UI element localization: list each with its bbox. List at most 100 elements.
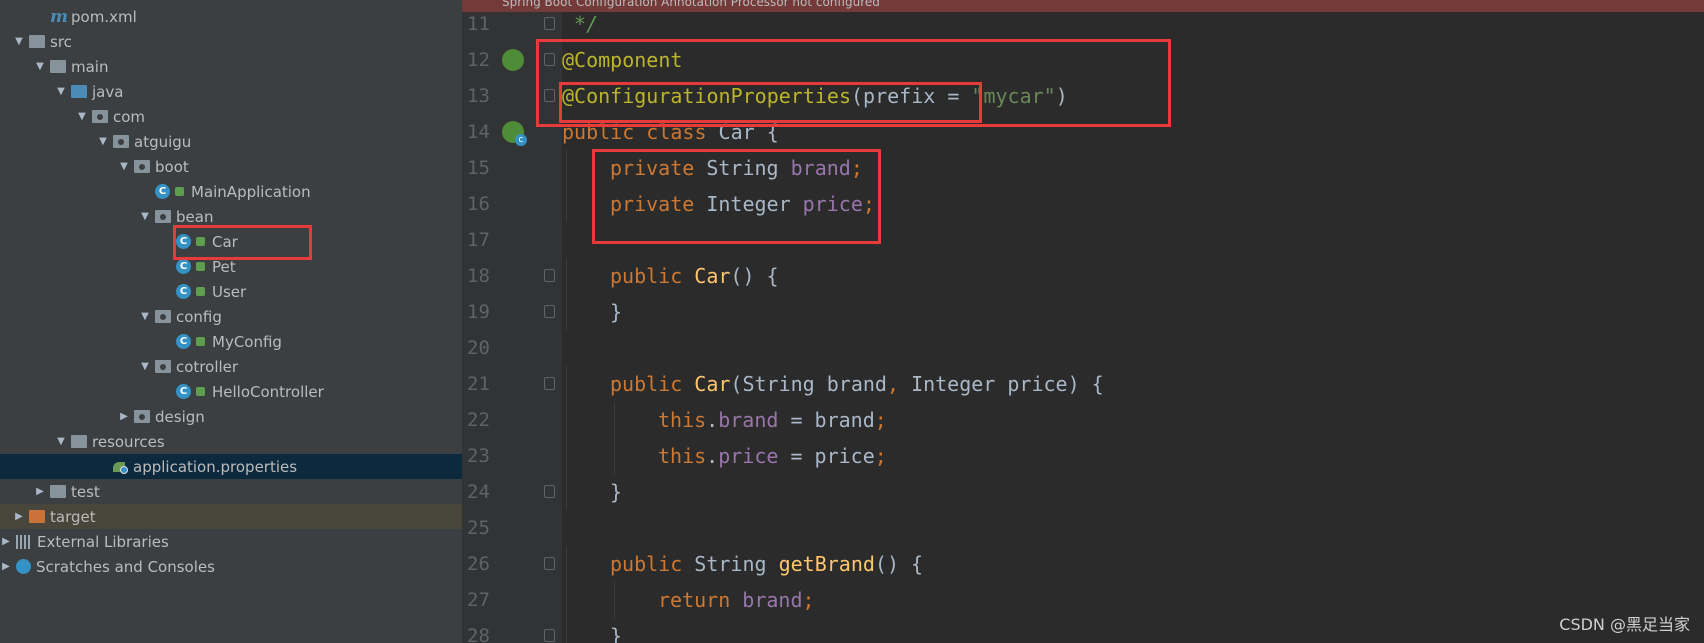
indent-guide <box>614 438 615 474</box>
code-line[interactable]: 11 */ <box>462 6 1704 42</box>
code-token: */ <box>562 12 599 36</box>
code-token: . <box>706 444 719 468</box>
line-number: 15 <box>467 157 490 179</box>
code-text: return brand; <box>658 582 815 618</box>
tree-item-label: config <box>176 307 222 326</box>
expanded-arrow-icon[interactable]: ▼ <box>139 211 151 222</box>
access-lock-icon <box>196 337 205 346</box>
expanded-arrow-icon[interactable]: ▼ <box>139 311 151 322</box>
tree-item-label: application.properties <box>133 457 298 476</box>
code-token: Integer price) { <box>911 372 1104 396</box>
tree-item-com[interactable]: ▼ com <box>0 104 462 129</box>
expanded-arrow-icon[interactable]: ▼ <box>55 86 67 97</box>
collapsed-arrow-icon[interactable]: ▶ <box>34 486 46 497</box>
code-line[interactable]: 25 <box>462 510 1704 546</box>
expanded-arrow-icon[interactable]: ▼ <box>13 36 25 47</box>
tree-item-mainapplication[interactable]: ▶CMainApplication <box>0 179 462 204</box>
tree-item-application-properties[interactable]: ▶application.properties <box>0 454 462 479</box>
collapsed-arrow-icon[interactable]: ▶ <box>0 561 12 572</box>
expanded-arrow-icon[interactable]: ▼ <box>55 436 67 447</box>
tree-item-myconfig[interactable]: ▶CMyConfig <box>0 329 462 354</box>
line-number: 11 <box>467 13 490 35</box>
code-token: = brand <box>778 408 875 432</box>
code-line[interactable]: 20 <box>462 330 1704 366</box>
fold-marker-icon[interactable] <box>544 269 555 282</box>
tree-item-config[interactable]: ▼ config <box>0 304 462 329</box>
tree-item-label: MyConfig <box>212 332 282 351</box>
code-token: } <box>610 480 623 504</box>
indent-guide <box>566 294 567 330</box>
tree-item-design[interactable]: ▶ design <box>0 404 462 429</box>
indent-guide <box>566 582 567 618</box>
folder-icon <box>50 485 66 498</box>
fold-marker-icon[interactable] <box>544 305 555 318</box>
tree-item-test[interactable]: ▶ test <box>0 479 462 504</box>
tree-item-target[interactable]: ▶ target <box>0 504 462 529</box>
libraries-icon <box>16 534 32 549</box>
line-number: 22 <box>467 409 490 431</box>
code-line[interactable]: 27 return brand; <box>462 582 1704 618</box>
fold-marker-icon[interactable] <box>544 377 555 390</box>
expanded-arrow-icon[interactable]: ▼ <box>139 361 151 372</box>
project-tree[interactable]: ▶mpom.xml▼src▼main▼java▼com▼atguigu▼boot… <box>0 0 462 643</box>
code-line[interactable]: 22 this.brand = brand; <box>462 402 1704 438</box>
fold-marker-icon[interactable] <box>544 557 555 570</box>
excluded-folder-icon <box>29 510 45 523</box>
maven-icon: m <box>50 6 68 27</box>
code-line[interactable]: 21 public Car(String brand, Integer price… <box>462 366 1704 402</box>
line-number: 14 <box>467 121 490 143</box>
collapsed-arrow-icon[interactable]: ▶ <box>13 511 25 522</box>
fold-marker-icon[interactable] <box>544 485 555 498</box>
tree-item-atguigu[interactable]: ▼ atguigu <box>0 129 462 154</box>
bean-class-icon[interactable] <box>502 121 527 146</box>
code-text: } <box>610 618 622 643</box>
fold-marker-icon[interactable] <box>544 629 555 642</box>
access-lock-icon <box>175 187 184 196</box>
code-line[interactable]: 23 this.price = price; <box>462 438 1704 474</box>
source-folder-icon <box>71 85 87 98</box>
tree-item-java[interactable]: ▼ java <box>0 79 462 104</box>
tree-item-src[interactable]: ▼ src <box>0 29 462 54</box>
tree-item-scratches-and-consoles[interactable]: ▶ Scratches and Consoles <box>0 554 462 579</box>
code-editor[interactable]: Spring Boot Configuration Annotation Pro… <box>462 0 1704 643</box>
indent-guide <box>566 258 567 294</box>
code-text: public Car() { <box>610 258 779 294</box>
code-token: ; <box>802 588 815 612</box>
tree-item-label: target <box>50 507 96 526</box>
tree-item-pom-xml[interactable]: ▶mpom.xml <box>0 4 462 29</box>
class-icon: C <box>176 334 191 349</box>
collapsed-arrow-icon[interactable]: ▶ <box>118 411 130 422</box>
code-token: public <box>610 372 695 396</box>
code-token: return <box>658 588 743 612</box>
indent-guide <box>566 150 567 186</box>
indent-guide <box>566 186 567 222</box>
code-token: (String brand <box>730 372 887 396</box>
tree-item-user[interactable]: ▶CUser <box>0 279 462 304</box>
code-line[interactable]: 18 public Car() { <box>462 258 1704 294</box>
tree-item-main[interactable]: ▼ main <box>0 54 462 79</box>
expanded-arrow-icon[interactable]: ▼ <box>34 61 46 72</box>
fields-highlight-box <box>592 149 881 244</box>
code-token: brand <box>742 588 803 612</box>
tree-item-resources[interactable]: ▼ resources <box>0 429 462 454</box>
indent-guide <box>614 582 615 618</box>
code-line[interactable]: 19} <box>462 294 1704 330</box>
code-line[interactable]: 26 public String getBrand() { <box>462 546 1704 582</box>
tree-item-cotroller[interactable]: ▼ cotroller <box>0 354 462 379</box>
code-line[interactable]: 28} <box>462 618 1704 643</box>
code-line[interactable]: 24} <box>462 474 1704 510</box>
expanded-arrow-icon[interactable]: ▼ <box>97 136 109 147</box>
tree-item-hellocontroller[interactable]: ▶CHelloController <box>0 379 462 404</box>
tree-item-label: MainApplication <box>191 182 311 201</box>
csdn-watermark: CSDN @黑足当家 <box>1559 615 1690 634</box>
expanded-arrow-icon[interactable]: ▼ <box>76 111 88 122</box>
bean-icon[interactable] <box>502 49 524 71</box>
tree-item-external-libraries[interactable]: ▶ External Libraries <box>0 529 462 554</box>
expanded-arrow-icon[interactable]: ▼ <box>118 161 130 172</box>
collapsed-arrow-icon[interactable]: ▶ <box>0 536 12 547</box>
package-icon <box>134 160 150 173</box>
package-icon <box>134 410 150 423</box>
fold-marker-icon[interactable] <box>544 17 555 30</box>
code-text: } <box>610 474 622 510</box>
tree-item-boot[interactable]: ▼ boot <box>0 154 462 179</box>
